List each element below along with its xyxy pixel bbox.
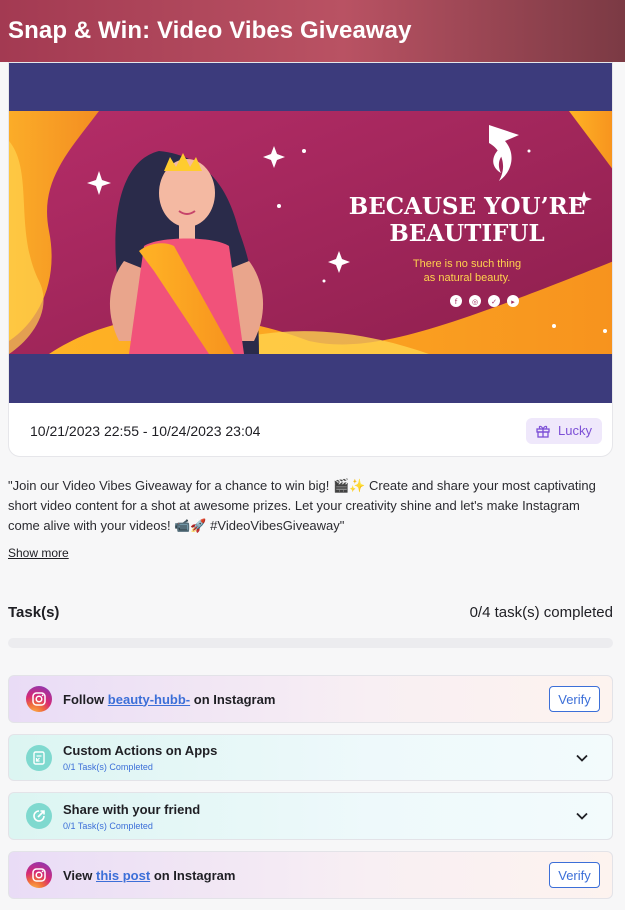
verify-button[interactable]: Verify	[549, 862, 600, 888]
task-share-friend[interactable]: Share with your friend 0/1 Task(s) Compl…	[8, 792, 613, 840]
task-label-suffix: on Instagram	[153, 867, 236, 883]
task-label: Follow beauty-hubb- on Instagram	[63, 692, 549, 707]
instagram-account-link[interactable]: beauty-hubb-	[108, 692, 190, 707]
task-subtitle: 0/1 Task(s) Completed	[63, 820, 153, 831]
lucky-badge-label: Lucky	[558, 423, 592, 438]
task-view-post: View this post on Instagram Verify	[8, 851, 613, 899]
task-label-prefix: View	[63, 867, 93, 883]
tasks-header: Task(s) 0/4 task(s) completed	[8, 604, 613, 621]
top-bar: Snap & Win: Video Vibes Giveaway	[0, 0, 625, 62]
campaign-description: "Join our Video Vibes Giveaway for a cha…	[8, 478, 596, 533]
svg-text:▸: ▸	[511, 298, 515, 306]
tasks-completed-count: 0/4 task(s) completed	[469, 604, 613, 621]
task-label-suffix: on Instagram	[193, 691, 276, 707]
task-follow-instagram: Follow beauty-hubb- on Instagram Verify	[8, 675, 613, 723]
apps-icon	[26, 744, 52, 771]
task-label: Custom Actions on Apps	[63, 743, 218, 758]
share-icon	[26, 803, 52, 829]
banner-tagline-2: as natural beauty.	[424, 272, 511, 284]
instagram-icon	[26, 686, 52, 712]
chevron-down-icon[interactable]	[572, 748, 592, 768]
show-more-link[interactable]: Show more	[8, 546, 69, 560]
svg-text:✓: ✓	[491, 298, 497, 306]
banner-artwork: BECAUSE YOU’RE BEAUTIFUL There is no suc…	[9, 111, 612, 354]
page-title: Snap & Win: Video Vibes Giveaway	[8, 17, 412, 44]
task-subtitle: 0/1 Task(s) Completed	[63, 762, 153, 772]
svg-text:◎: ◎	[472, 298, 478, 306]
banner-image: BECAUSE YOU’RE BEAUTIFUL There is no suc…	[9, 63, 612, 403]
instagram-icon	[26, 862, 52, 888]
task-label: Share with your friend	[63, 801, 201, 817]
banner-tagline-1: There is no such thing	[413, 258, 521, 270]
chevron-down-icon[interactable]	[572, 806, 592, 826]
tasks-progress-bar	[8, 638, 613, 648]
task-label-prefix: Follow	[63, 691, 105, 707]
banner-headline-1: BECAUSE YOU’RE	[349, 193, 586, 220]
tasks-title: Task(s)	[8, 604, 60, 621]
task-custom-actions[interactable]: Custom Actions on Apps 0/1 Task(s) Compl…	[8, 734, 613, 781]
event-date-range: 10/21/2023 22:55 - 10/24/2023 23:04	[30, 422, 261, 439]
lucky-badge: Lucky	[526, 417, 602, 444]
event-info-row: 10/21/2023 22:55 - 10/24/2023 23:04 Luck…	[9, 403, 612, 456]
task-label: View this post on Instagram	[63, 868, 549, 883]
verify-button[interactable]: Verify	[549, 686, 600, 712]
post-link[interactable]: this post	[96, 868, 150, 883]
gift-icon	[536, 425, 550, 438]
banner-headline-2: BEAUTIFUL	[389, 220, 544, 247]
campaign-card: BECAUSE YOU’RE BEAUTIFUL There is no suc…	[8, 62, 613, 457]
